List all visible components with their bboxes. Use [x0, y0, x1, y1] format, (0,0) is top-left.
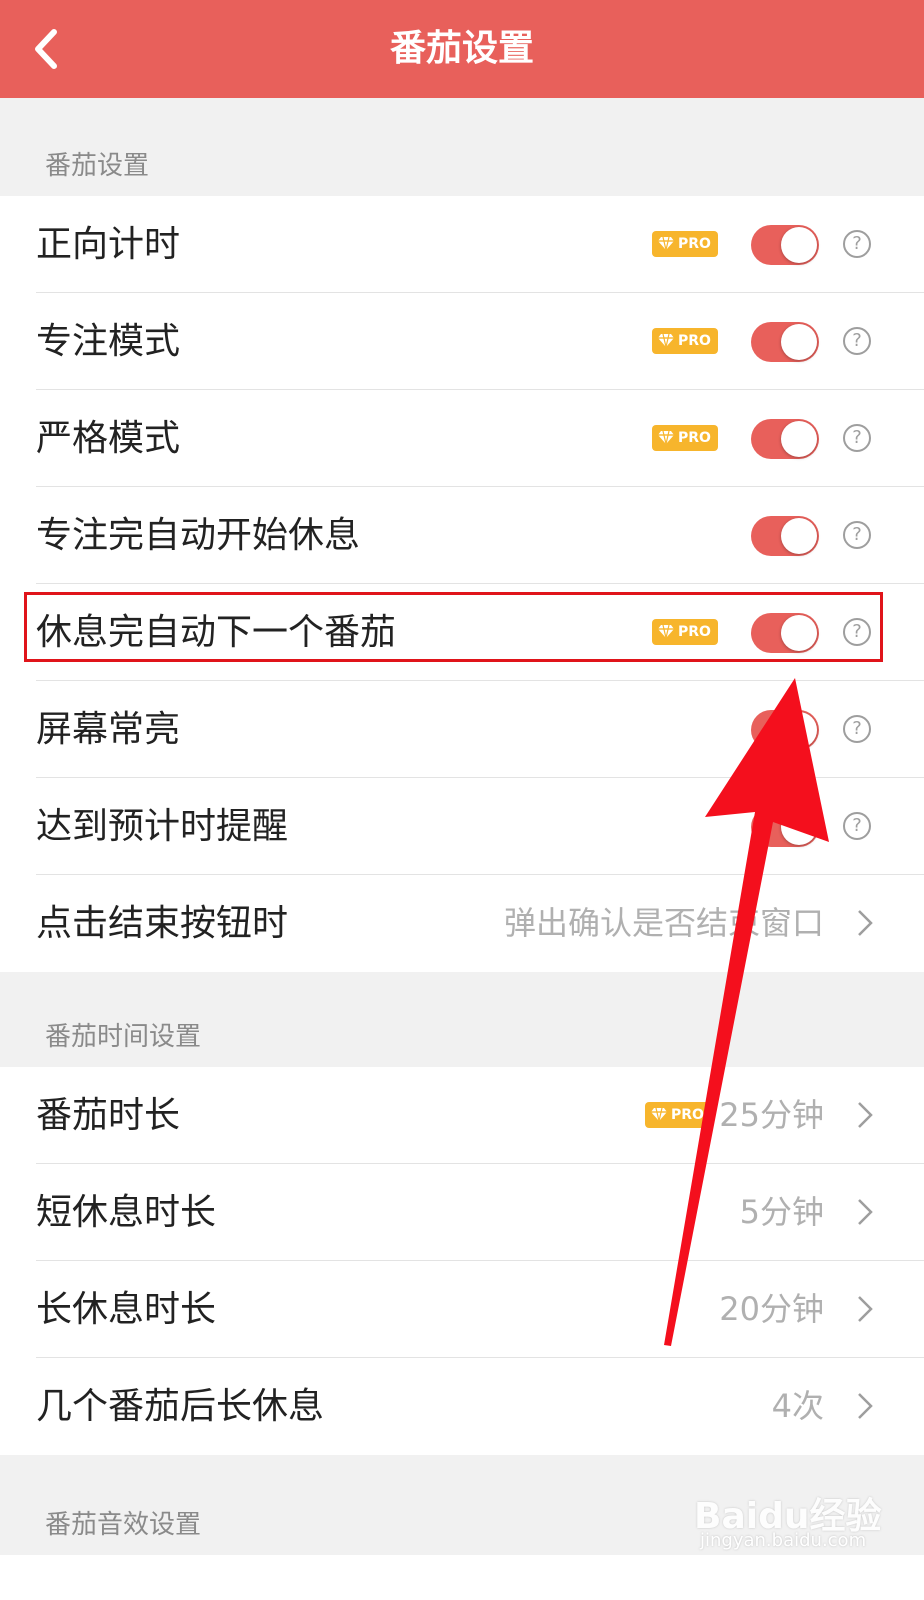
row-label: 严格模式 — [36, 418, 181, 459]
setting-row-focus-mode[interactable]: 专注模式 PRO ? — [0, 293, 924, 390]
row-value: 25分钟 — [719, 1096, 824, 1134]
strict-mode-toggle[interactable] — [751, 419, 819, 459]
toggle-knob — [781, 615, 817, 651]
settings-group-tomato: 正向计时 PRO ? 专注模式 PRO ? 严格模式 PRO ? 专注完自动开始… — [0, 196, 924, 972]
setting-row-strict-mode[interactable]: 严格模式 PRO ? — [0, 390, 924, 487]
toggle-knob — [781, 227, 817, 263]
help-icon[interactable]: ? — [843, 521, 871, 549]
row-label: 休息完自动下一个番茄 — [36, 612, 397, 653]
row-value: 4次 — [771, 1387, 824, 1425]
pro-badge: PRO — [652, 328, 718, 354]
row-label: 正向计时 — [36, 224, 181, 265]
help-icon[interactable]: ? — [843, 812, 871, 840]
pro-badge-label: PRO — [671, 1107, 704, 1123]
row-label: 几个番茄后长休息 — [36, 1386, 325, 1427]
setting-row-estimated-time-reminder[interactable]: 达到预计时提醒 ? — [0, 778, 924, 875]
row-label: 屏幕常亮 — [36, 709, 181, 750]
diamond-icon — [658, 624, 674, 639]
row-value: 弹出确认是否结束窗口 — [503, 904, 824, 942]
setting-row-end-button-action[interactable]: 点击结束按钮时 弹出确认是否结束窗口 — [0, 875, 924, 972]
forward-timer-toggle[interactable] — [751, 225, 819, 265]
row-label: 番茄时长 — [36, 1095, 181, 1136]
row-label: 长休息时长 — [36, 1289, 217, 1330]
pro-badge: PRO — [652, 619, 718, 645]
chevron-right-icon — [858, 1199, 873, 1225]
section-header-label: 番茄设置 — [45, 151, 150, 181]
diamond-icon — [658, 333, 674, 348]
page-title: 番茄设置 — [389, 28, 534, 69]
toggle-knob — [781, 324, 817, 360]
chevron-right-icon — [858, 1296, 873, 1322]
toggle-knob — [781, 712, 817, 748]
section-header-label: 番茄时间设置 — [45, 1022, 202, 1052]
section-header-label: 番茄音效设置 — [45, 1510, 202, 1540]
help-icon[interactable]: ? — [843, 327, 871, 355]
estimated-time-reminder-toggle[interactable] — [751, 807, 819, 847]
auto-next-tomato-toggle[interactable] — [751, 613, 819, 653]
toggle-knob — [781, 809, 817, 845]
pro-badge-label: PRO — [678, 430, 711, 446]
row-value: 20分钟 — [719, 1290, 824, 1328]
setting-row-forward-timer[interactable]: 正向计时 PRO ? — [0, 196, 924, 293]
watermark-url: jingyan.baidu.com — [700, 1530, 867, 1551]
chevron-right-icon — [858, 1102, 873, 1128]
pro-badge-label: PRO — [678, 236, 711, 252]
help-icon[interactable]: ? — [843, 618, 871, 646]
row-label: 专注完自动开始休息 — [36, 515, 361, 556]
toggle-knob — [781, 421, 817, 457]
chevron-right-icon — [858, 910, 873, 936]
pro-badge-label: PRO — [678, 624, 711, 640]
screen-always-on-toggle[interactable] — [751, 710, 819, 750]
auto-start-break-toggle[interactable] — [751, 516, 819, 556]
chevron-right-icon — [858, 1393, 873, 1419]
diamond-icon — [658, 430, 674, 445]
help-icon[interactable]: ? — [843, 715, 871, 743]
settings-group-time: 番茄时长 PRO 25分钟 短休息时长 5分钟 长休息时长 20分钟 几个番茄后… — [0, 1067, 924, 1455]
pro-badge: PRO — [652, 231, 718, 257]
row-label: 达到预计时提醒 — [36, 806, 289, 847]
toggle-knob — [781, 518, 817, 554]
setting-row-tomato-duration[interactable]: 番茄时长 PRO 25分钟 — [0, 1067, 924, 1164]
diamond-icon — [658, 236, 674, 251]
row-value: 5分钟 — [739, 1193, 824, 1231]
setting-row-long-break-interval[interactable]: 几个番茄后长休息 4次 — [0, 1358, 924, 1455]
row-label: 点击结束按钮时 — [36, 903, 289, 944]
setting-row-screen-always-on[interactable]: 屏幕常亮 ? — [0, 681, 924, 778]
nav-bar: 番茄设置 — [0, 0, 924, 98]
row-label: 短休息时长 — [36, 1192, 217, 1233]
settings-group-sound — [0, 1555, 924, 1600]
help-icon[interactable]: ? — [843, 424, 871, 452]
setting-row-long-break[interactable]: 长休息时长 20分钟 — [0, 1261, 924, 1358]
pro-badge: PRO — [645, 1102, 711, 1128]
focus-mode-toggle[interactable] — [751, 322, 819, 362]
setting-row-auto-start-break[interactable]: 专注完自动开始休息 ? — [0, 487, 924, 584]
row-label: 专注模式 — [36, 321, 181, 362]
section-header-tomato-settings: 番茄设置 — [0, 98, 924, 196]
help-icon[interactable]: ? — [843, 230, 871, 258]
pro-badge-label: PRO — [678, 333, 711, 349]
setting-row-short-break[interactable]: 短休息时长 5分钟 — [0, 1164, 924, 1261]
diamond-icon — [651, 1107, 667, 1122]
pro-badge: PRO — [652, 425, 718, 451]
section-header-tomato-time: 番茄时间设置 — [0, 967, 924, 1067]
setting-row-auto-next-tomato[interactable]: 休息完自动下一个番茄 PRO ? — [0, 584, 924, 681]
